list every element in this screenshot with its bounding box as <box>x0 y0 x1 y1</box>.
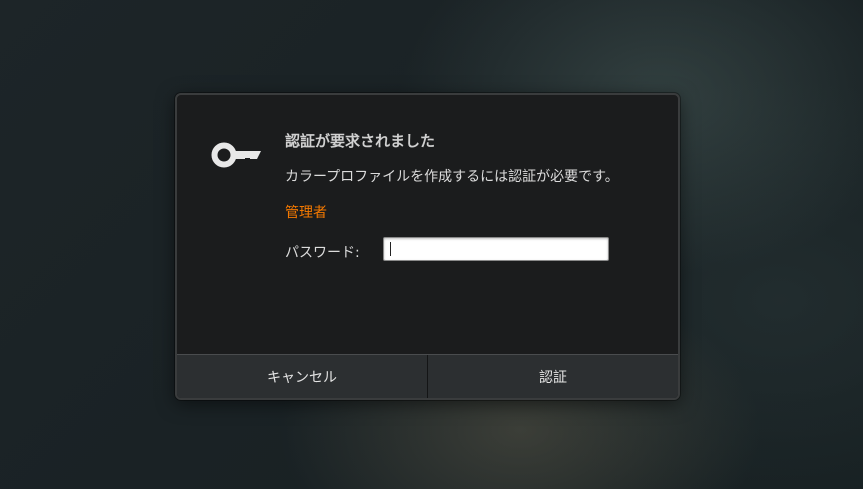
text-cursor <box>390 242 391 256</box>
authenticate-button[interactable]: 認証 <box>427 355 678 398</box>
auth-dialog: 認証が要求されました カラープロファイルを作成するには認証が必要です。 管理者 … <box>175 93 680 400</box>
password-label: パスワード: <box>285 245 360 261</box>
cancel-button[interactable]: キャンセル <box>177 355 427 398</box>
authenticate-button-label: 認証 <box>539 370 567 386</box>
cancel-button-label: キャンセル <box>267 370 337 386</box>
dialog-message: カラープロファイルを作成するには認証が必要です。 <box>285 169 619 185</box>
dialog-title: 認証が要求されました <box>285 132 436 150</box>
button-bar: キャンセル 認証 <box>177 354 678 398</box>
user-name: 管理者 <box>285 205 327 221</box>
key-icon <box>210 138 262 172</box>
password-input[interactable] <box>383 237 609 261</box>
